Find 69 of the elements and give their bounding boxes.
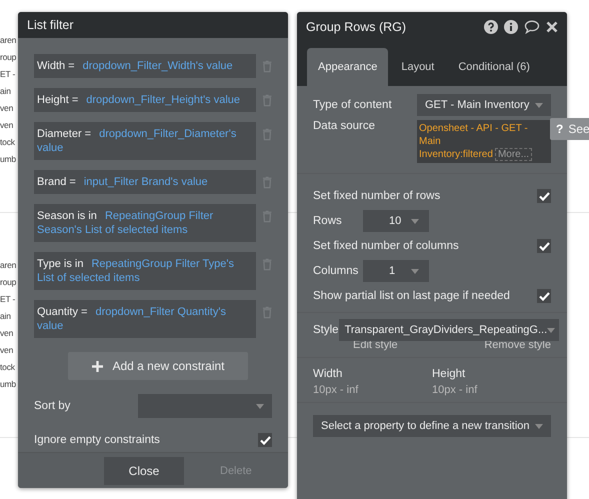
info-icon[interactable] [504, 20, 518, 34]
type-dropdown[interactable]: GET - Main Inventory [417, 94, 551, 116]
field-label: Rows [313, 215, 343, 227]
tab[interactable]: Layout [390, 48, 446, 86]
number-dropdown[interactable]: 10 [363, 210, 429, 232]
page-text: ain [0, 85, 11, 98]
field-label: Data source [313, 120, 376, 132]
page-text: ven [0, 102, 14, 115]
remove-style-link[interactable]: Remove style [484, 339, 551, 351]
field-label: Style [313, 324, 339, 336]
checkbox-label: Set fixed number of rows [313, 190, 440, 202]
checkbox[interactable] [258, 433, 272, 448]
page-text: roup [0, 276, 16, 289]
panel-title: Group Rows (RG) [306, 20, 406, 34]
constraint-row[interactable]: Quantity = dropdown_Filter Quantity's value [34, 300, 256, 338]
plus-icon [91, 360, 104, 373]
page-text: ain [0, 310, 11, 323]
panel-title: List filter [27, 18, 74, 32]
page-text: ven [0, 327, 14, 340]
checkbox-label: Ignore empty constraints [34, 434, 160, 446]
page-text: umb [0, 378, 16, 391]
checkbox[interactable] [537, 189, 551, 203]
caret-icon [411, 218, 419, 224]
tab[interactable]: Appearance [307, 48, 388, 86]
page-text: ven [0, 119, 14, 132]
transition-dropdown[interactable]: Select a property to define a new transition [313, 415, 551, 437]
caret-icon [256, 404, 264, 409]
tooltip-text: See [568, 122, 589, 136]
help-icon[interactable] [484, 20, 498, 34]
add-constraint-button[interactable]: Add a new constraint [68, 352, 248, 380]
page-text: ET - [0, 293, 16, 306]
constraint-row[interactable]: Season is in RepeatingGroup Filter Season's List of selected items [34, 204, 256, 242]
size-value: 10px - inf [432, 384, 478, 396]
page-text: ven [0, 344, 14, 357]
page-text: tock [0, 361, 15, 374]
close-icon[interactable] [546, 21, 558, 33]
checkbox[interactable] [537, 289, 551, 303]
close-button[interactable]: Close [104, 456, 184, 485]
page-text: aren [0, 259, 16, 272]
checkbox-label: Set fixed number of columns [313, 240, 459, 252]
page-text: umb [0, 153, 16, 166]
page-text: tock [0, 136, 15, 149]
caret-icon [535, 424, 543, 428]
field-label: Width [313, 368, 344, 380]
page-text: ET - [0, 68, 16, 81]
caret-icon [547, 328, 556, 332]
more-link[interactable]: More... [494, 148, 532, 161]
caret-icon [411, 268, 419, 274]
page-text: roup [0, 51, 16, 64]
constraint-row[interactable]: Height = dropdown_Filter_Height's value [34, 88, 256, 112]
tooltip-icon: ? [556, 122, 564, 136]
constraint-row[interactable]: Brand = input_Filter Brand's value [34, 170, 256, 194]
field-label: Type of content [313, 99, 392, 111]
field-label: Columns [313, 265, 360, 277]
constraint-row[interactable]: Type is in RepeatingGroup Filter Type's List of selected items [34, 252, 256, 290]
style-dropdown[interactable]: Transparent_GrayDividers_RepeatingG... [338, 319, 560, 341]
data-source-field[interactable]: Opensheet - API - GET - Main Inventory:filtered More... [417, 120, 551, 163]
size-value: 10px - inf [313, 384, 360, 396]
page-text: aren [0, 34, 16, 47]
checkbox[interactable] [537, 239, 551, 253]
tab[interactable]: Conditional (6) [447, 48, 541, 86]
checkbox-label: Show partial list on last page if needed [313, 290, 510, 302]
comment-icon[interactable] [524, 20, 540, 34]
constraint-row[interactable]: Width = dropdown_Filter_Width's value [34, 54, 256, 78]
field-label: Sort by [34, 400, 70, 412]
field-label: Height [432, 368, 466, 380]
caret-icon [535, 102, 543, 108]
constraint-row[interactable]: Diameter = dropdown_Filter_Diameter's value [34, 122, 256, 160]
number-dropdown[interactable]: 1 [363, 260, 429, 282]
